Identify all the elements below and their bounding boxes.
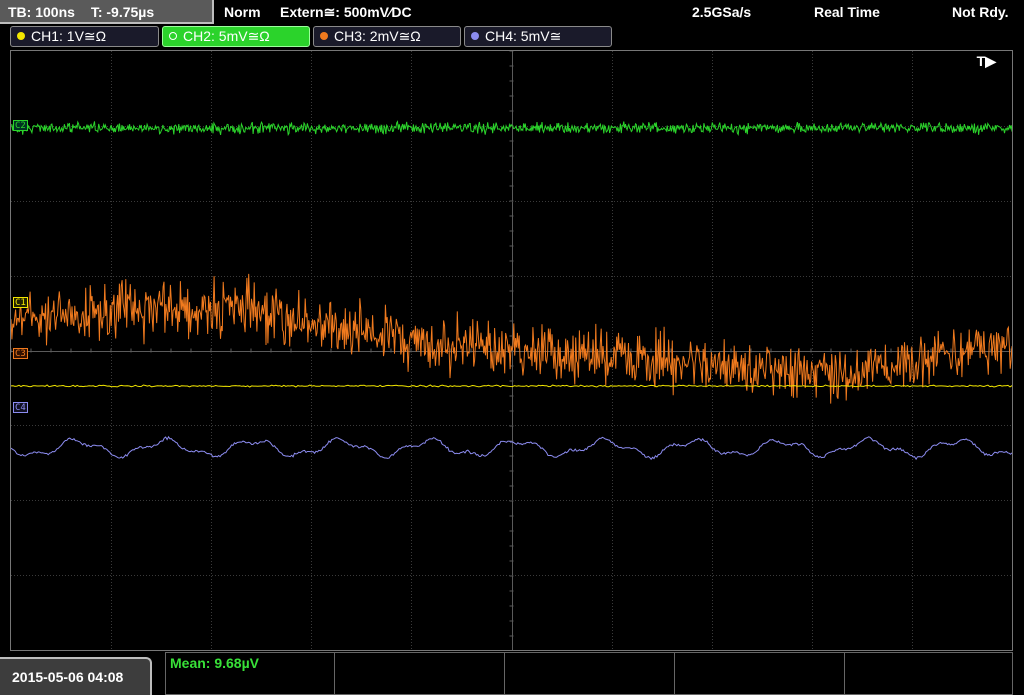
acquisition-mode[interactable]: Real Time bbox=[814, 0, 880, 24]
ch3-color-icon bbox=[320, 32, 328, 41]
tab-ch1-label: CH1: 1V≅Ω bbox=[31, 28, 107, 44]
mean-measurement: Mean: 9.68µV bbox=[170, 655, 259, 671]
waveform-canvas bbox=[11, 51, 1012, 650]
trigger-position-icon[interactable]: T▶ bbox=[977, 53, 996, 70]
tab-ch2[interactable]: CH2: 5mV≅Ω bbox=[162, 26, 310, 47]
waveform-display[interactable]: T▶ C2 C1 C3 C4 bbox=[10, 50, 1013, 651]
sample-rate[interactable]: 2.5GSa/s bbox=[692, 0, 751, 24]
acquisition-status: Not Rdy. bbox=[952, 4, 1009, 20]
ch3-offset-marker[interactable]: C3 bbox=[13, 348, 28, 359]
tab-ch3[interactable]: CH3: 2mV≅Ω bbox=[313, 26, 461, 47]
trigger-panel: Norm Extern≅: 500mV∕DC 2.5GSa/s Real Tim… bbox=[216, 0, 1024, 24]
measurement-panel: Mean: 9.68µV bbox=[165, 652, 1013, 695]
ch4-color-icon bbox=[471, 32, 479, 41]
date-time: 2015-05-06 04:08 bbox=[0, 657, 152, 695]
channel-tabs: CH1: 1V≅Ω CH2: 5mV≅Ω CH3: 2mV≅Ω CH4: 5mV… bbox=[0, 26, 1024, 48]
measurement-cell-empty[interactable] bbox=[674, 652, 845, 695]
tab-ch1[interactable]: CH1: 1V≅Ω bbox=[10, 26, 159, 47]
ch2-offset-marker[interactable]: C2 bbox=[13, 120, 28, 131]
ch3-waveform bbox=[11, 273, 1012, 404]
measurement-cell-empty[interactable] bbox=[334, 652, 505, 695]
timebase-value[interactable]: TB: 100ns bbox=[8, 4, 75, 20]
tab-ch4-label: CH4: 5mV≅ bbox=[485, 28, 562, 44]
trigger-time-value[interactable]: T: -9.75µs bbox=[91, 4, 154, 20]
trigger-mode[interactable]: Norm bbox=[224, 0, 261, 24]
tab-ch2-label: CH2: 5mV≅Ω bbox=[183, 28, 270, 44]
ch1-waveform bbox=[11, 384, 1012, 388]
ch2-color-icon bbox=[169, 32, 177, 41]
trigger-source[interactable]: Extern≅: 500mV∕DC bbox=[280, 0, 412, 24]
measurement-cell-empty[interactable] bbox=[844, 652, 1013, 695]
tab-ch4[interactable]: CH4: 5mV≅ bbox=[464, 26, 612, 47]
ch2-waveform bbox=[11, 120, 1012, 137]
ch1-offset-marker[interactable]: C1 bbox=[13, 297, 28, 308]
ch1-color-icon bbox=[17, 32, 25, 41]
measurement-cell-empty[interactable] bbox=[504, 652, 675, 695]
ch4-offset-marker[interactable]: C4 bbox=[13, 402, 28, 413]
status-bar: TB: 100ns T: -9.75µs Norm Extern≅: 500mV… bbox=[0, 0, 1024, 24]
measurement-cell[interactable]: Mean: 9.68µV bbox=[165, 652, 335, 695]
tab-ch3-label: CH3: 2mV≅Ω bbox=[334, 28, 421, 44]
timebase-panel[interactable]: TB: 100ns T: -9.75µs bbox=[0, 0, 214, 24]
